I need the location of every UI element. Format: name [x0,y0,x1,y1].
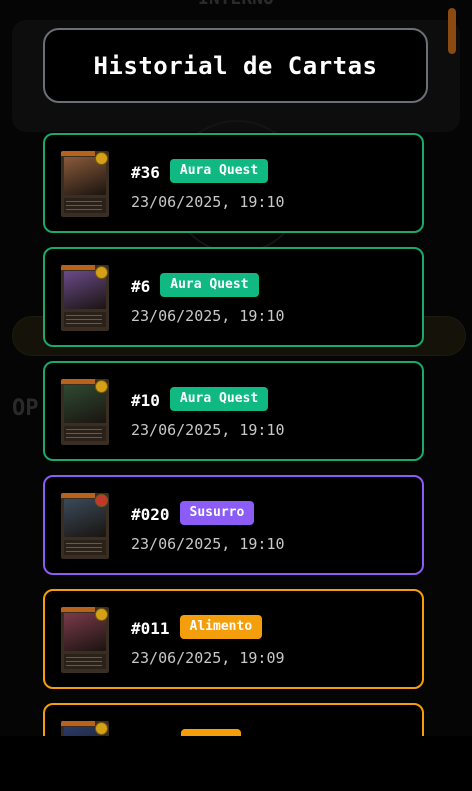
medal-icon [95,152,108,165]
medal-icon [95,266,108,279]
medal-icon [95,380,108,393]
card-history-item[interactable]: #6 Aura Quest 23/06/2025, 19:10 [43,247,424,347]
card-type-badge: Alimento [179,615,263,639]
card-history-item[interactable]: #020 Susurro 23/06/2025, 19:10 [43,475,424,575]
card-date: 23/06/2025, 19:10 [131,193,285,211]
card-type-badge: Aura Quest [169,159,269,183]
medal-icon [95,608,108,621]
card-number: #36 [131,163,160,182]
card-thumbnail [61,151,109,217]
card-history-item[interactable] [43,703,424,736]
card-thumbnail [61,379,109,445]
card-history-panel: Historial de Cartas #36 Aura Quest 23/06/2… [0,0,472,736]
card-history-item[interactable]: #36 Aura Quest 23/06/2025, 19:10 [43,133,424,233]
card-number: #10 [131,391,160,410]
card-thumbnail [61,493,109,559]
card-date: 23/06/2025, 19:10 [131,421,285,439]
bottom-bar [0,736,472,791]
card-history-item[interactable]: #011 Alimento 23/06/2025, 19:09 [43,589,424,689]
card-number: #011 [131,619,170,638]
card-thumbnail [61,265,109,331]
medal-icon [95,494,108,507]
card-number: #6 [131,277,151,296]
card-thumbnail [61,721,109,736]
card-history-item[interactable]: #10 Aura Quest 23/06/2025, 19:10 [43,361,424,461]
card-number: #020 [131,505,170,524]
card-thumbnail [61,607,109,673]
title-box: Historial de Cartas [43,28,428,103]
card-type-badge: Aura Quest [160,273,259,297]
page-title: Historial de Cartas [93,51,378,80]
card-date: 23/06/2025, 19:09 [131,649,285,667]
card-type-badge: Aura Quest [169,387,269,411]
scrollbar[interactable] [448,8,456,54]
medal-icon [95,722,108,735]
card-type-badge [181,729,241,736]
card-date: 23/06/2025, 19:10 [131,307,285,325]
card-type-badge: Susurro [179,501,255,525]
card-date: 23/06/2025, 19:10 [131,535,285,553]
